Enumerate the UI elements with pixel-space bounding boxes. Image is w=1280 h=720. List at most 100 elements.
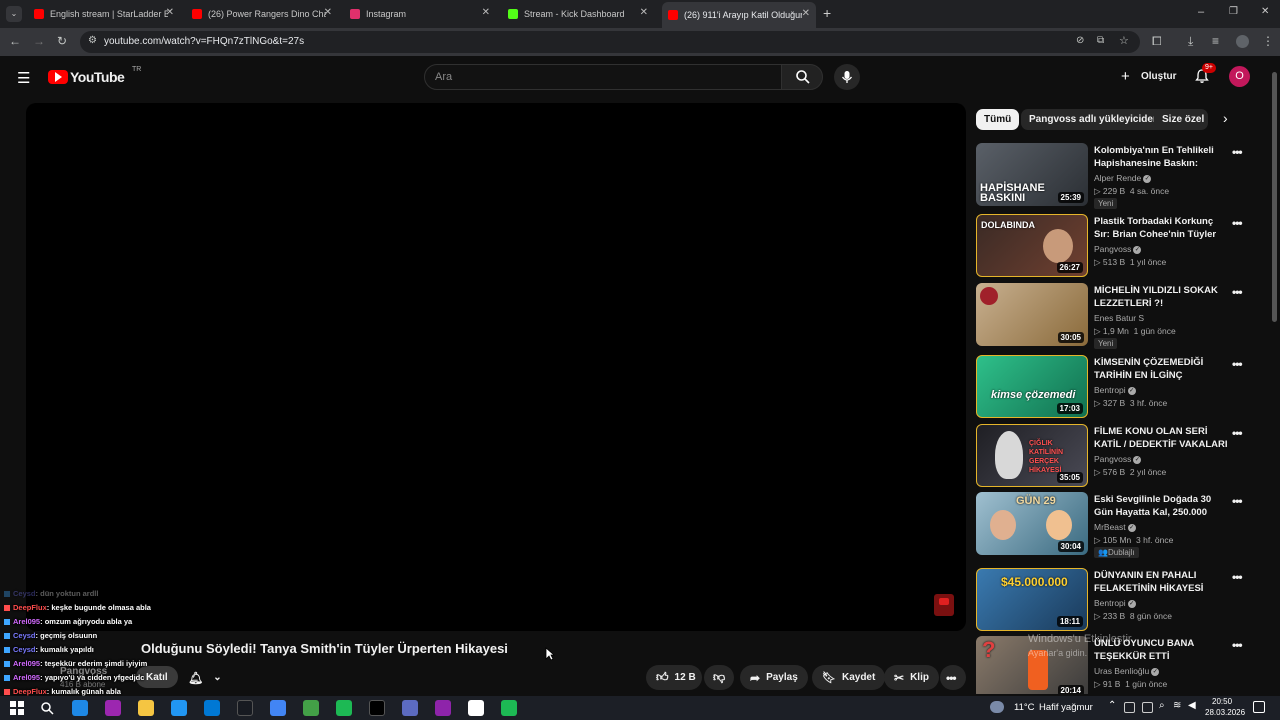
channel-name[interactable]: Pangvoss ✓ [1094,454,1142,464]
new-tab-button[interactable]: + [823,5,831,21]
page-scrollbar[interactable] [1270,64,1278,696]
video-thumbnail[interactable]: GÜN 29 30:04 [976,492,1088,555]
taskbar-app-icon[interactable] [270,700,286,716]
browser-tab[interactable]: Instagram ✕ [344,4,496,24]
more-options-icon[interactable]: ••• [1232,285,1243,299]
recommendation-item[interactable]: GÜN 29 30:04 Eski Sevgilinle Doğada 30 G… [976,492,1256,558]
recommendation-title[interactable]: DÜNYANIN EN PAHALI FELAKETİNİN HİKAYESİ [1094,569,1230,595]
more-options-icon[interactable]: ••• [1232,357,1243,371]
create-button[interactable]: + Oluştur [1114,64,1180,90]
tray-icon[interactable] [1142,702,1153,713]
video-thumbnail[interactable]: ÇIĞLIK KATİLİNİN GERÇEK HİKAYESİ 35:05 [976,424,1088,487]
recommendation-item[interactable]: ÇIĞLIK KATİLİNİN GERÇEK HİKAYESİ 35:05 F… [976,424,1256,488]
clip-button[interactable]: ✂ Klip [884,665,939,690]
video-thumbnail[interactable]: DOLABINDA 26:27 [976,214,1088,277]
taskbar-app-icon[interactable] [237,700,253,716]
back-icon[interactable]: ← [9,34,21,48]
search-button[interactable] [781,64,823,90]
volume-icon[interactable]: ◀ [1188,700,1196,711]
taskbar-search-icon[interactable] [40,701,54,715]
eye-off-icon[interactable]: ⊘ [1076,35,1084,46]
taskbar-app-icon[interactable] [204,700,220,716]
like-button[interactable]: 👍︎ 12 B [646,665,702,690]
channel-name[interactable]: Pangvoss ✓ [1094,244,1142,254]
hamburger-menu-icon[interactable]: ☰ [17,69,30,87]
taskbar-app-icon[interactable] [138,700,154,716]
taskbar-app-icon[interactable] [435,700,451,716]
site-info-icon[interactable]: ⚙ [88,35,97,46]
more-options-icon[interactable]: ••• [1232,426,1243,440]
recommendation-item[interactable]: DOLABINDA 26:27 Plastik Torbadaki Korkun… [976,214,1256,278]
chip-from-uploader[interactable]: Pangvoss adlı yükleyiciden [1021,109,1168,130]
taskbar-app-icon[interactable] [171,700,187,716]
tab-search-icon[interactable]: ⌄ [6,6,22,22]
taskbar-app-icon[interactable] [105,700,121,716]
more-options-icon[interactable]: ••• [1232,638,1243,652]
recommendation-title[interactable]: MİCHELİN YILDIZLI SOKAK LEZZETLERİ ?! [1094,284,1230,310]
channel-name[interactable]: Alper Rende ✓ [1094,173,1152,183]
video-thumbnail[interactable]: HAPİSHANE BASKINI 25:39 [976,143,1088,206]
taskbar-app-icon[interactable] [72,700,88,716]
downloads-icon[interactable]: ⤓ [1188,34,1193,49]
video-thumbnail[interactable]: 30:05 [976,283,1088,346]
recommendation-title[interactable]: FİLME KONU OLAN SERİ KATİL / DEDEKTİF VA… [1094,425,1230,451]
bookmark-star-icon[interactable]: ☆ [1119,34,1129,47]
recommendation-title[interactable]: Plastik Torbadaki Korkunç Sır: Brian Coh… [1094,215,1230,241]
dislike-button[interactable]: 👎︎ [704,665,734,690]
recommendation-item[interactable]: $45.000.000 18:11 DÜNYANIN EN PAHALI FEL… [976,568,1256,632]
scrollbar-thumb[interactable] [1272,72,1277,322]
chip-all[interactable]: Tümü [976,109,1020,130]
browser-tab[interactable]: (26) Power Rangers Dino Charge ✕ [186,4,338,24]
reload-icon[interactable]: ↻ [57,34,67,48]
recommendation-title[interactable]: Kolombiya'nın En Tehlikeli Hapishanesine… [1094,144,1230,170]
search-input[interactable]: Ara [424,64,782,90]
taskbar-app-icon[interactable] [402,700,418,716]
windows-start-icon[interactable] [10,701,24,715]
channel-name[interactable]: Bentropi ✓ [1094,385,1136,395]
channel-name[interactable]: MrBeast ✓ [1094,522,1136,532]
chevron-right-icon[interactable]: › [1223,110,1228,126]
extensions-icon[interactable]: ⧠ [1152,34,1162,49]
browser-tab[interactable]: Stream - Kick Dashboard ✕ [502,4,654,24]
browser-tab[interactable]: English stream | StarLadder Bud ✕ [28,4,180,24]
more-options-icon[interactable]: ••• [1232,494,1243,508]
share-button[interactable]: ➦ Paylaş [740,665,808,690]
taskbar-app-icon[interactable] [336,700,352,716]
taskbar-app-icon[interactable] [468,700,484,716]
minimize-button[interactable]: – [1198,6,1204,18]
close-tab-icon[interactable]: ✕ [324,7,332,18]
clock-date[interactable]: 28.03.2026 [1205,708,1245,717]
close-tab-icon[interactable]: ✕ [640,7,648,18]
channel-name[interactable]: Uras Benlioğlu ✓ [1094,666,1160,676]
more-options-icon[interactable]: ••• [1232,145,1243,159]
recommendation-title[interactable]: KİMSENİN ÇÖZEMEDİĞİ TARİHİN EN İLGİNÇ KA… [1094,356,1230,382]
save-button[interactable]: 🔖︎ Kaydet [812,665,886,690]
taskbar-app-icon[interactable] [369,700,385,716]
more-actions-button[interactable]: ••• [940,665,966,690]
notifications-button[interactable]: 9+ [1192,63,1216,88]
install-app-icon[interactable]: ⧉ [1097,35,1104,46]
forward-icon[interactable]: → [33,34,45,48]
recommendation-title[interactable]: Eski Sevgilinle Doğada 30 Gün Hayatta Ka… [1094,493,1230,519]
channel-name[interactable]: Enes Batur S [1094,313,1144,323]
url-text[interactable]: youtube.com/watch?v=FHQn7zTlNGo&t=27s [104,36,304,47]
video-thumbnail[interactable]: $45.000.000 18:11 [976,568,1088,631]
avatar[interactable]: O [1229,66,1250,87]
profile-icon[interactable] [1236,35,1249,48]
tray-icon[interactable] [1124,702,1135,713]
weather-widget[interactable]: 11°C Hafif yağmur [990,700,1100,716]
usb-icon[interactable]: ⌕ [1159,700,1165,711]
more-options-icon[interactable]: ••• [1232,570,1243,584]
taskbar-app-icon[interactable] [501,700,517,716]
close-window-button[interactable]: ✕ [1261,6,1269,17]
close-tab-icon[interactable]: ✕ [802,8,810,19]
channel-name[interactable]: Bentropi ✓ [1094,598,1136,608]
recommendation-item[interactable]: 30:05 MİCHELİN YILDIZLI SOKAK LEZZETLERİ… [976,283,1256,349]
chip-for-you[interactable]: Size özel [1154,109,1208,130]
youtube-logo[interactable]: YouTube TR [48,66,141,87]
recommendation-item[interactable]: HAPİSHANE BASKINI 25:39 Kolombiya'nın En… [976,143,1256,209]
wifi-icon[interactable]: ≋ [1173,700,1181,711]
clock-time[interactable]: 20:50 [1212,697,1232,706]
taskbar-app-icon[interactable] [303,700,319,716]
video-player[interactable] [26,103,966,631]
